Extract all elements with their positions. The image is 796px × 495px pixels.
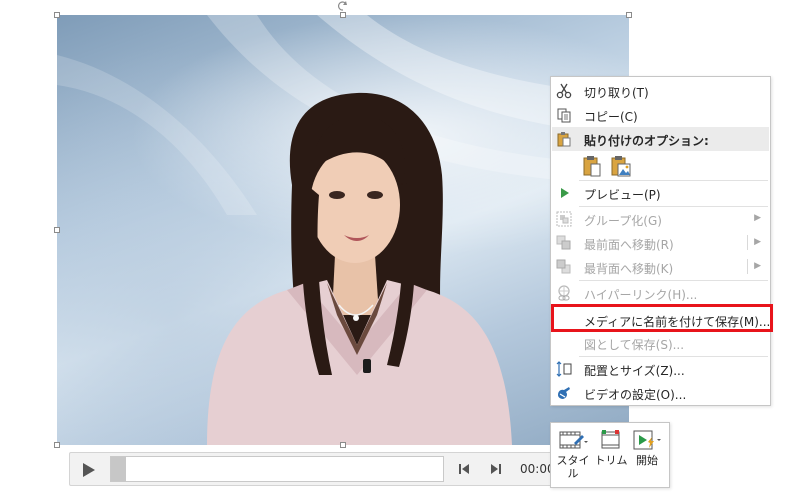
- paste-keep-icon[interactable]: [582, 155, 602, 177]
- menu-item-label: 貼り付けのオプション:: [584, 134, 709, 148]
- menu-item-preview[interactable]: プレビュー(P): [551, 181, 770, 205]
- start-button[interactable]: 開始: [629, 429, 665, 485]
- scissors-icon: [556, 83, 572, 99]
- menu-item-hyperlink[interactable]: ハイパーリンク(H)...: [551, 281, 770, 305]
- video-content: [57, 15, 629, 445]
- context-menu: 切り取り(T) コピー(C) 貼り付けのオプション: プレビュー(P) グループ…: [550, 76, 771, 406]
- group-icon: [556, 211, 572, 227]
- menu-item-cut[interactable]: 切り取り(T): [551, 79, 770, 103]
- style-button[interactable]: スタイル: [555, 429, 591, 485]
- split-divider: [747, 235, 748, 250]
- resize-handle-top-right[interactable]: [626, 12, 632, 18]
- menu-item-label: コピー(C): [584, 110, 638, 124]
- menu-item-label: プレビュー(P): [584, 188, 661, 202]
- send-to-back-icon: [556, 259, 571, 274]
- menu-item-label: ビデオの設定(O)...: [584, 388, 687, 402]
- play-button-icon[interactable]: [76, 458, 100, 482]
- play-icon: [561, 188, 569, 198]
- menu-item-label: 切り取り(T): [584, 86, 649, 100]
- seek-bar[interactable]: [110, 456, 444, 482]
- menu-item-label: 配置とサイズ(Z)...: [584, 364, 685, 378]
- trim-button[interactable]: トリム: [593, 429, 629, 485]
- trim-icon: [601, 430, 620, 449]
- step-forward-icon[interactable]: [489, 461, 503, 477]
- seek-thumb[interactable]: [111, 457, 126, 481]
- menu-item-size-and-position[interactable]: 配置とサイズ(Z)...: [551, 357, 770, 381]
- start-icon: [633, 430, 661, 450]
- resize-handle-bottom[interactable]: [340, 442, 346, 448]
- resize-handle-bottom-left[interactable]: [54, 442, 60, 448]
- resize-handle-top[interactable]: [340, 12, 346, 18]
- video-settings-icon: [558, 387, 570, 399]
- video-style-icon: [559, 431, 588, 449]
- resize-handle-top-left[interactable]: [54, 12, 60, 18]
- mini-toolbar: スタイル トリム 開始: [550, 422, 670, 488]
- menu-item-send-to-back[interactable]: 最背面へ移動(K) ▶: [551, 255, 770, 279]
- menu-item-group[interactable]: グループ化(G) ▶: [551, 207, 770, 231]
- copy-icon: [557, 108, 571, 123]
- menu-item-bring-to-front[interactable]: 最前面へ移動(R) ▶: [551, 231, 770, 255]
- split-divider: [747, 259, 748, 274]
- menu-item-label: 図として保存(S)...: [584, 338, 685, 352]
- resize-handle-left[interactable]: [54, 227, 60, 233]
- menu-item-video-settings[interactable]: ビデオの設定(O)...: [551, 381, 770, 405]
- menu-item-save-as-picture[interactable]: 図として保存(S)...: [551, 331, 770, 355]
- paste-picture-icon[interactable]: [610, 155, 632, 177]
- trim-label: トリム: [594, 454, 628, 467]
- menu-item-label: グループ化(G): [584, 214, 662, 228]
- submenu-arrow-icon: ▶: [754, 213, 761, 223]
- menu-item-copy[interactable]: コピー(C): [551, 103, 770, 127]
- step-back-icon[interactable]: [457, 461, 471, 477]
- highlight-box: [551, 304, 773, 332]
- menu-item-label: 最背面へ移動(K): [584, 262, 674, 276]
- video-frame[interactable]: [57, 15, 629, 445]
- media-player-bar: 00:00: [69, 452, 559, 486]
- menu-item-label: ハイパーリンク(H)...: [584, 288, 698, 302]
- rotate-handle-icon[interactable]: [336, 0, 350, 12]
- submenu-arrow-icon[interactable]: ▶: [754, 237, 761, 247]
- hyperlink-icon: [558, 285, 570, 301]
- submenu-arrow-icon[interactable]: ▶: [754, 261, 761, 271]
- paste-options-header: 貼り付けのオプション:: [552, 127, 769, 151]
- bring-to-front-icon: [556, 235, 571, 250]
- style-label: スタイル: [556, 454, 590, 480]
- menu-item-label: 最前面へ移動(R): [584, 238, 674, 252]
- paste-icon: [557, 132, 571, 147]
- size-position-icon: [556, 361, 572, 377]
- start-label: 開始: [636, 454, 658, 467]
